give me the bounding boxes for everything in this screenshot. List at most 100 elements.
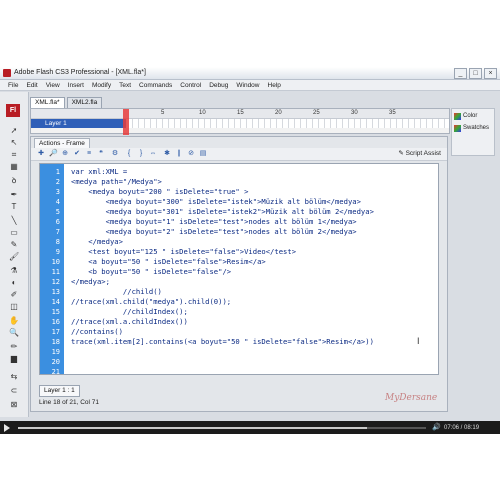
timeline-frames[interactable] [127,119,449,128]
code-line[interactable]: 14 //trace(xml.child("medya").child(0)); [40,297,438,307]
code-hint-icon[interactable]: ❝ [97,150,105,158]
code-line[interactable]: 3 <medya boyut="200 " isDelete="true" > [40,187,438,197]
gradient-tool-icon[interactable]: ▦ [9,162,19,171]
debug-options-icon[interactable]: ⚙ [111,150,119,158]
expand-all-icon[interactable]: ⇔ [149,150,157,158]
remove-comment-icon[interactable]: ⊘ [187,150,195,158]
text-tool-icon[interactable]: T [9,202,19,211]
menu-modify[interactable]: Modify [92,82,111,89]
line-number: 6 [55,218,60,226]
swap-colors-icon[interactable]: ⇆ [9,372,19,381]
free-transform-tool-icon[interactable]: ⌗ [9,150,19,159]
lasso-tool-icon[interactable]: ꝺ [9,176,19,185]
title-bar: Adobe Flash CS3 Professional - [XML.fla*… [0,67,500,80]
rectangle-tool-icon[interactable]: ▭ [9,228,19,237]
line-number: 17 [51,328,60,336]
line-number: 3 [55,188,60,196]
code-line[interactable]: 2 <medya path="/Medya"> [40,177,438,187]
menu-control[interactable]: Control [180,82,201,89]
frame-number: 15 [237,110,244,116]
check-syntax-icon[interactable]: ✔ [73,150,81,158]
apply-line-comment-icon[interactable]: ∥ [175,150,183,158]
show-toolbox-icon[interactable]: ▤ [199,150,207,158]
script-assist-button[interactable]: ✎ Script Assist [398,150,441,158]
code-line[interactable]: 15 //childIndex(); [40,307,438,317]
code-line[interactable]: 5 <medya boyut="301" isDelete="istek2">M… [40,207,438,217]
swatches-panel-button[interactable]: Swatches [454,124,489,132]
code-line[interactable]: 21 [40,367,438,374]
ink-bottle-tool-icon[interactable]: ⚗ [9,266,19,275]
menu-help[interactable]: Help [268,82,281,89]
find-icon[interactable]: 🔎 [49,150,58,158]
line-number: 1 [55,168,60,176]
code-line[interactable]: 11 <b boyut="50 " isDelete="false"/> [40,267,438,277]
code-line[interactable]: 7 <medya boyut="2" isDelete="test">nodes… [40,227,438,237]
eraser-tool-icon[interactable]: ◫ [9,302,19,311]
minimize-button[interactable]: _ [454,68,467,79]
code-text: <medya path="/Medya"> [71,177,162,186]
color-panel-button[interactable]: Color [454,112,477,120]
pencil-tool-icon[interactable]: ✎ [9,240,19,249]
smooth-icon[interactable]: ⊠ [9,400,19,409]
close-button[interactable]: × [484,68,497,79]
collapse-braces-icon[interactable]: { [125,150,133,158]
code-line[interactable]: 12 </medya>; [40,277,438,287]
zoom-tool-icon[interactable]: 🔍 [9,328,19,337]
code-line[interactable]: 19 [40,347,438,357]
line-number: 8 [55,238,60,246]
play-icon[interactable] [4,424,10,432]
pen-tool-icon[interactable]: ✒ [9,190,19,199]
subselection-tool-icon[interactable]: ↖ [9,138,19,147]
timeline-header: 5 10 15 20 25 30 35 [31,109,449,119]
code-line[interactable]: 4 <medya boyut="300" isDelete="istek">Mü… [40,197,438,207]
stroke-color-icon[interactable]: ✏ [9,342,19,351]
hand-tool-icon[interactable]: ✋ [9,316,19,325]
menu-insert[interactable]: Insert [68,82,84,89]
color-label: Color [463,113,478,119]
code-line[interactable]: 17 //contains() [40,327,438,337]
menu-debug[interactable]: Debug [209,82,228,89]
code-editor[interactable]: 1 var xml:XML = 2 <medya path="/Medya"> 3 <m… [39,163,439,375]
paint-bucket-tool-icon[interactable]: ◐ [9,278,19,287]
eyedropper-tool-icon[interactable]: ✐ [9,290,19,299]
line-number: 4 [55,198,60,206]
volume-icon[interactable]: 🔊 [432,424,441,432]
color-icon [454,112,461,120]
tab-xml2-fla[interactable]: XML2.fla [66,97,103,108]
seek-bar[interactable] [18,427,426,429]
snap-icon[interactable]: ⊂ [9,386,19,395]
target-icon[interactable]: ⊕ [61,150,69,158]
line-tool-icon[interactable]: ╲ [9,216,19,225]
menu-text[interactable]: Text [119,82,131,89]
tools-panel: Fl ➚ ↖ ⌗ ▦ ꝺ ✒ T ╲ ▭ ✎ 🖌 ⚗ ◐ ✐ ◫ ✋ 🔍 ✏ ▆… [0,92,29,417]
menu-window[interactable]: Window [236,82,259,89]
timeline-layer-1[interactable]: Layer 1 [31,119,126,128]
menu-file[interactable]: File [8,82,18,89]
flash-logo: Fl [6,104,20,117]
brush-tool-icon[interactable]: 🖌 [9,252,19,261]
auto-format-icon[interactable]: ≡ [85,150,93,158]
menu-edit[interactable]: Edit [26,82,37,89]
code-text: //child() [71,287,162,296]
code-line[interactable]: 8 </medya> [40,237,438,247]
code-line[interactable]: 1 var xml:XML = [40,167,438,177]
menu-view[interactable]: View [46,82,60,89]
collapse-selection-icon[interactable]: } [137,150,145,158]
code-line[interactable]: 6 <medya boyut="1" isDelete="test">nodes… [40,217,438,227]
code-line[interactable]: 13 //child() [40,287,438,297]
add-script-icon[interactable]: ✚ [37,150,45,158]
layer-frame-tab[interactable]: Layer 1 : 1 [39,385,80,397]
code-line[interactable]: 16 //trace(xml.a.childIndex()) [40,317,438,327]
menu-commands[interactable]: Commands [139,82,172,89]
code-line[interactable]: 10 <a boyut="50 " isDelete="false">Resim… [40,257,438,267]
code-line[interactable]: 20 [40,357,438,367]
playhead[interactable] [123,109,129,135]
selection-tool-icon[interactable]: ➚ [9,126,19,135]
apply-block-comment-icon[interactable]: ✱ [163,150,171,158]
line-number: 11 [51,268,60,276]
code-line[interactable]: 18 trace(xml.item[2].contains(<a boyut="5… [40,337,438,347]
maximize-button[interactable]: □ [469,68,482,79]
tab-xml-fla[interactable]: XML.fla* [30,97,65,108]
code-line[interactable]: 9 <test boyut="125 " isDelete="false">Vi… [40,247,438,257]
fill-color-icon[interactable]: ▆ [9,354,19,363]
